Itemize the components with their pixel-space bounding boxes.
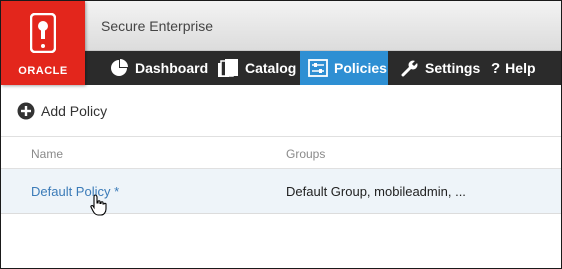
table-header: Name Groups — [1, 137, 561, 169]
header-bar: Secure Enterprise — [1, 1, 561, 51]
nav-policies[interactable]: Policies — [300, 51, 388, 85]
logo-text: ORACLE — [18, 65, 68, 77]
toolbar: Add Policy — [1, 85, 561, 137]
nav-settings[interactable]: Settings — [401, 51, 480, 85]
add-policy-button[interactable]: Add Policy — [17, 102, 107, 120]
main-nav: Dashboard Catalog Policies Settings ? He… — [1, 51, 561, 85]
pie-chart-icon — [111, 59, 128, 76]
plus-circle-icon — [17, 102, 35, 120]
column-header-name[interactable]: Name — [31, 147, 63, 161]
catalog-icon — [218, 59, 238, 77]
add-policy-label: Add Policy — [41, 103, 108, 119]
nav-policies-label: Policies — [334, 60, 387, 76]
nav-catalog[interactable]: Catalog — [215, 51, 298, 85]
nav-help[interactable]: ? Help — [491, 51, 536, 85]
wrench-icon — [401, 59, 419, 77]
column-header-groups[interactable]: Groups — [286, 147, 325, 161]
question-icon: ? — [491, 59, 501, 77]
nav-dashboard-label: Dashboard — [135, 60, 209, 76]
app-window: Secure Enterprise Dashboard Catalog Poli… — [0, 0, 562, 269]
hand-cursor-icon — [90, 194, 107, 216]
table-row[interactable]: Default Policy * Default Group, mobilead… — [1, 169, 561, 214]
nav-dashboard[interactable]: Dashboard — [107, 51, 210, 85]
nav-settings-label: Settings — [425, 60, 481, 76]
policy-groups: Default Group, mobileadmin, ... — [286, 184, 466, 199]
nav-help-label: Help — [505, 60, 536, 76]
oracle-logo: ORACLE — [1, 1, 85, 85]
nav-catalog-label: Catalog — [245, 60, 297, 76]
policies-icon — [308, 59, 328, 77]
mobile-key-icon — [30, 13, 56, 53]
app-title: Secure Enterprise — [101, 18, 214, 34]
